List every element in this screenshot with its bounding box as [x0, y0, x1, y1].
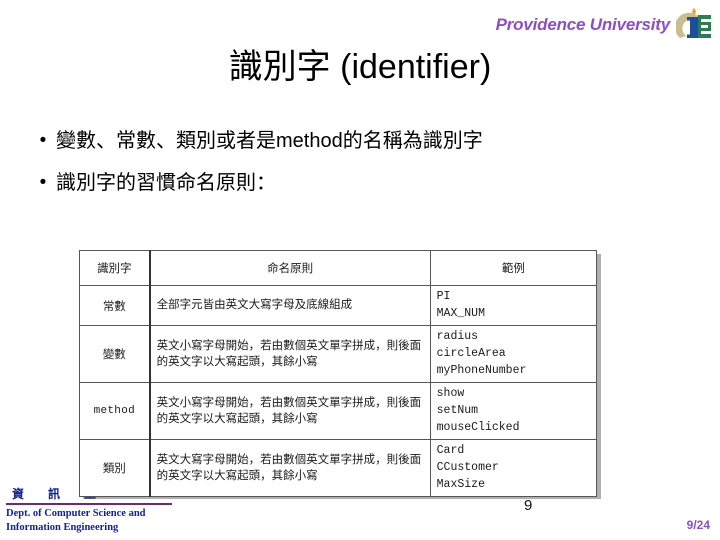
providence-cie-logo-icon	[676, 8, 712, 42]
university-brand-text: Providence University	[495, 15, 671, 34]
cell-examples: show setNum mouseClicked	[429, 382, 598, 441]
cell-naming-rule: 英文小寫字母開始，若由數個英文單字拼成，則後面的英文字以大寫起頭，其餘小寫	[149, 325, 431, 384]
bullet-text: 識別字的習慣命名原則：	[56, 172, 276, 194]
example-line: CCustomer	[436, 461, 499, 475]
cell-naming-rule: 英文大寫字母開始，若由數個英文單字拼成，則後面的英文字以大寫起頭，其餘小寫	[149, 439, 431, 498]
footer-cjk-char: 資	[12, 487, 25, 502]
slide-number-center: 9	[524, 497, 533, 514]
example-line: Card	[436, 444, 465, 458]
bullet-text: 變數、常數、類別或者是method的名稱為識別字	[56, 130, 483, 152]
page-indicator: 9/24	[686, 518, 710, 532]
example-line: radius	[436, 330, 479, 344]
cell-identifier-kind: 類別	[78, 439, 151, 498]
table-row: method 英文小寫字母開始，若由數個英文單字拼成，則後面的英文字以大寫起頭，…	[78, 382, 598, 441]
example-line: mouseClicked	[436, 420, 520, 434]
column-header-rule: 命名原則	[149, 250, 431, 286]
footer-cjk-char: 訊	[48, 487, 61, 502]
cell-examples: Card CCustomer MaxSize	[429, 439, 598, 498]
example-line: show	[436, 387, 465, 401]
cell-examples: radius circleArea myPhoneNumber	[429, 325, 598, 384]
footer-department-line2: Information Engineering	[6, 521, 119, 533]
list-item: • 變數、常數、類別或者是method的名稱為識別字	[30, 126, 696, 156]
footer-divider	[6, 503, 172, 506]
footer-department-line1: Dept. of Computer Science and	[6, 508, 146, 520]
bullet-list: • 變數、常數、類別或者是method的名稱為識別字 • 識別字的習慣命名原則：	[30, 126, 696, 210]
table-row: 變數 英文小寫字母開始，若由數個英文單字拼成，則後面的英文字以大寫起頭，其餘小寫…	[78, 325, 598, 384]
cell-naming-rule: 全部字元皆由英文大寫字母及底線組成	[149, 284, 431, 327]
naming-rules-table: 識別字 命名原則 範例 常數 全部字元皆由英文大寫字母及底線組成 PI MAX_…	[78, 250, 598, 498]
column-header-identifier: 識別字	[78, 250, 151, 286]
example-line: MAX_NUM	[436, 306, 485, 320]
example-line: setNum	[436, 404, 479, 418]
example-line: MaxSize	[436, 477, 485, 491]
example-line: circleArea	[436, 347, 506, 361]
table-header-row: 識別字 命名原則 範例	[78, 250, 598, 286]
cell-identifier-kind: 變數	[78, 325, 151, 384]
page-title: 識別字 (identifier)	[228, 48, 492, 86]
table-row: 常數 全部字元皆由英文大寫字母及底線組成 PI MAX_NUM	[78, 284, 598, 327]
table-row: 類別 英文大寫字母開始，若由數個英文單字拼成，則後面的英文字以大寫起頭，其餘小寫…	[78, 439, 598, 498]
cell-examples: PI MAX_NUM	[429, 284, 598, 327]
list-item: • 識別字的習慣命名原則：	[30, 168, 696, 198]
bullet-marker-icon: •	[39, 172, 47, 193]
slide-header: Providence University	[496, 8, 712, 42]
cell-naming-rule: 英文小寫字母開始，若由數個英文單字拼成，則後面的英文字以大寫起頭，其餘小寫	[149, 382, 431, 441]
bullet-marker-icon: •	[39, 130, 47, 151]
example-line: PI	[436, 290, 451, 303]
cell-identifier-kind: method	[78, 382, 151, 441]
column-header-example: 範例	[429, 250, 598, 286]
naming-rules-table-wrapper: 識別字 命名原則 範例 常數 全部字元皆由英文大寫字母及底線組成 PI MAX_…	[78, 250, 601, 499]
cell-identifier-kind: 常數	[78, 284, 151, 327]
example-line: myPhoneNumber	[436, 363, 527, 377]
